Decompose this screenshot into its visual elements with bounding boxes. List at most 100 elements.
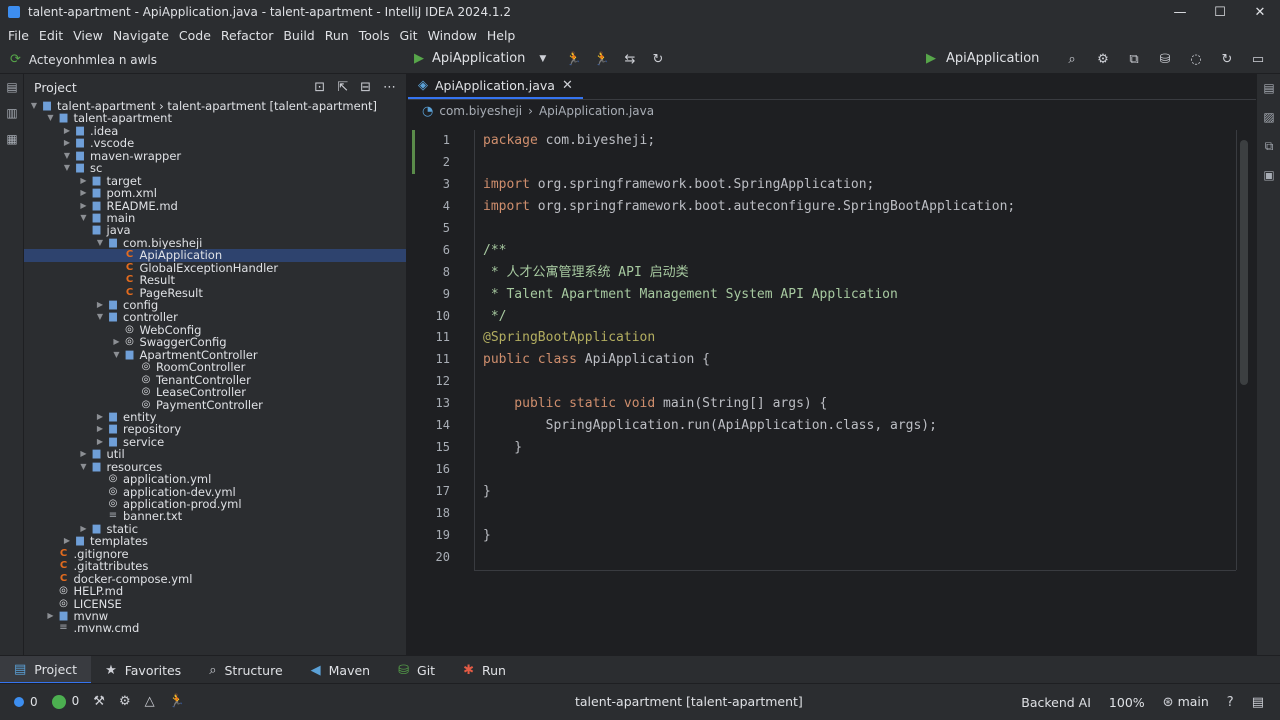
tree-item[interactable]: ▼ ▆ talent-apartment — [24, 112, 406, 125]
tree-item[interactable]: ▶ ▆ repository — [24, 423, 406, 436]
breadcrumb-package[interactable]: com.biyesheji — [439, 104, 522, 118]
maven-tool-icon[interactable]: ⧉ — [1257, 132, 1280, 161]
help-icon[interactable]: ? — [1227, 695, 1234, 710]
tree-item[interactable]: ▶ ▆ .idea — [24, 124, 406, 137]
chevron-right-icon[interactable]: ▶ — [78, 448, 90, 460]
tree-item[interactable]: ▼ ▆ maven-wrapper — [24, 149, 406, 162]
chevron-right-icon[interactable]: ▶ — [94, 423, 106, 435]
menu-run[interactable]: Run — [320, 28, 354, 43]
menu-build[interactable]: Build — [278, 28, 319, 43]
menu-view[interactable]: View — [68, 28, 108, 43]
chevron-down-icon[interactable]: ▼ — [111, 349, 123, 361]
tree-item[interactable]: ▶ ▆ target — [24, 174, 406, 187]
sync-icon[interactable]: ◌ — [1188, 50, 1204, 68]
minimize-button[interactable]: — — [1160, 0, 1200, 24]
tree-item[interactable]: C Result — [24, 274, 406, 287]
tree-item[interactable]: ▶ ▆ entity — [24, 410, 406, 423]
close-tab-icon[interactable]: ✕ — [562, 78, 573, 93]
tree-item[interactable]: ▶ ▆ templates — [24, 535, 406, 548]
locate-file-icon[interactable]: ⊡ — [314, 80, 325, 95]
editor-tab-apiapplication[interactable]: ◈ ApiApplication.java ✕ — [408, 73, 583, 99]
menu-code[interactable]: Code — [174, 28, 216, 43]
tree-item[interactable]: ▆ java — [24, 224, 406, 237]
chevron-right-icon[interactable]: ▶ — [78, 175, 90, 187]
warning-icon[interactable]: △ — [145, 694, 155, 709]
tree-item[interactable]: ◎ PaymentController — [24, 398, 406, 411]
update-icon[interactable]: ↻ — [1219, 50, 1235, 68]
tree-item[interactable]: ◎ HELP.md — [24, 585, 406, 598]
tree-item[interactable]: ▶ ▆ util — [24, 448, 406, 461]
structure-tool-icon[interactable]: ▦ — [0, 126, 24, 152]
tree-item[interactable]: ▶ ▆ static — [24, 522, 406, 535]
collapse-all-icon[interactable]: ⇱ — [337, 80, 348, 95]
chevron-right-icon[interactable]: ▶ — [94, 436, 106, 448]
menu-navigate[interactable]: Navigate — [108, 28, 174, 43]
run-action-icon[interactable]: 🏃 — [566, 50, 582, 68]
tree-item[interactable]: ≡ banner.txt — [24, 510, 406, 523]
settings-icon[interactable]: ⚙ — [1095, 50, 1111, 68]
tree-item[interactable]: ◎ RoomController — [24, 361, 406, 374]
chevron-right-icon[interactable]: ▶ — [61, 125, 73, 137]
tree-item[interactable]: ▼ ▆ controller — [24, 311, 406, 324]
tree-item[interactable]: ≡ .mvnw.cmd — [24, 622, 406, 635]
reload-icon[interactable]: ↻ — [650, 50, 666, 68]
menu-tools[interactable]: Tools — [354, 28, 395, 43]
chevron-down-icon[interactable]: ▼ — [78, 461, 90, 473]
chevron-right-icon[interactable]: ▶ — [78, 523, 90, 535]
menu-refactor[interactable]: Refactor — [216, 28, 278, 43]
tree-item[interactable]: C PageResult — [24, 286, 406, 299]
tree-item[interactable]: ▶ ◎ SwaggerConfig — [24, 336, 406, 349]
chevron-right-icon[interactable]: ▶ — [61, 137, 73, 149]
expand-icon[interactable]: ⊟ — [360, 80, 371, 95]
chevron-right-icon[interactable]: ▶ — [78, 187, 90, 199]
layout-icon[interactable]: ▭ — [1250, 50, 1266, 68]
chevron-right-icon[interactable]: ▶ — [45, 610, 57, 622]
notifications-icon[interactable]: ▤ — [1257, 74, 1280, 103]
tree-item[interactable]: ▼ ▆ main — [24, 211, 406, 224]
chevron-down-icon[interactable]: ▼ — [94, 237, 106, 249]
tab-project[interactable]: ▤ Project — [0, 656, 92, 684]
backend-ai-widget[interactable]: Backend AI — [1021, 695, 1091, 710]
database-tool-icon[interactable]: ▣ — [1257, 161, 1280, 190]
right-run-widget[interactable]: ▶ ApiApplication — [926, 51, 1039, 66]
tab-git[interactable]: ⛁ Git — [384, 656, 449, 684]
tab-maven[interactable]: ◀ Maven — [297, 656, 384, 684]
rerun-icon[interactable]: ⇆ — [622, 50, 638, 68]
chevron-right-icon[interactable]: ▶ — [94, 299, 106, 311]
maximize-button[interactable]: ☐ — [1200, 0, 1240, 24]
search-icon[interactable]: ⌕ — [1064, 50, 1080, 68]
tree-item[interactable]: ▼ ▆ resources — [24, 460, 406, 473]
vertical-scrollbar[interactable] — [1240, 140, 1248, 385]
menu-window[interactable]: Window — [423, 28, 482, 43]
breadcrumb-file[interactable]: ApiApplication.java — [539, 104, 654, 118]
problems-indicator[interactable]: 0 — [14, 695, 38, 709]
tab-run[interactable]: ✱ Run — [449, 656, 520, 684]
layout-icon[interactable]: ▤ — [1252, 695, 1264, 710]
ai-assistant-icon[interactable]: ▨ — [1257, 103, 1280, 132]
tree-item[interactable]: ▼ ▆ sc — [24, 162, 406, 175]
git-branch-widget[interactable]: ⊛ main — [1163, 694, 1209, 710]
chevron-down-icon[interactable]: ▼ — [61, 162, 73, 174]
checks-indicator[interactable]: 0 — [51, 694, 79, 709]
chevron-down-icon[interactable]: ▼ — [45, 112, 57, 124]
chevron-down-icon[interactable]: ▼ — [28, 100, 40, 112]
tree-item[interactable]: ◎ application.yml — [24, 473, 406, 486]
more-options-icon[interactable]: ⋯ — [383, 80, 396, 95]
tree-item[interactable]: C .gitattributes — [24, 560, 406, 573]
tab-structure[interactable]: ⌕ Structure — [195, 656, 296, 684]
chevron-right-icon[interactable]: ▶ — [94, 411, 106, 423]
gear-icon[interactable]: ⚙ — [119, 694, 131, 709]
tree-item[interactable]: ▶ ▆ .vscode — [24, 137, 406, 150]
chevron-down-icon[interactable]: ▼ — [78, 212, 90, 224]
menu-git[interactable]: Git — [395, 28, 423, 43]
menu-file[interactable]: File — [3, 28, 34, 43]
hammer-icon[interactable]: ⚒ — [93, 694, 105, 709]
menu-edit[interactable]: Edit — [34, 28, 68, 43]
commit-tool-icon[interactable]: ▥ — [0, 100, 24, 126]
runner-icon[interactable]: 🏃 — [169, 694, 185, 709]
vcs-widget[interactable]: ⟳ Acteyonhmlea n awls — [10, 52, 157, 67]
tree-item[interactable]: ▶ ▆ service — [24, 435, 406, 448]
code-editor[interactable]: 1 2 3 4 5 6 8 9 10 11 11 12 13 14 15 16 17 18 19 20 package… — [408, 130, 1256, 655]
database-icon[interactable]: ⛁ — [1157, 50, 1173, 68]
tree-item[interactable]: C GlobalExceptionHandler — [24, 261, 406, 274]
